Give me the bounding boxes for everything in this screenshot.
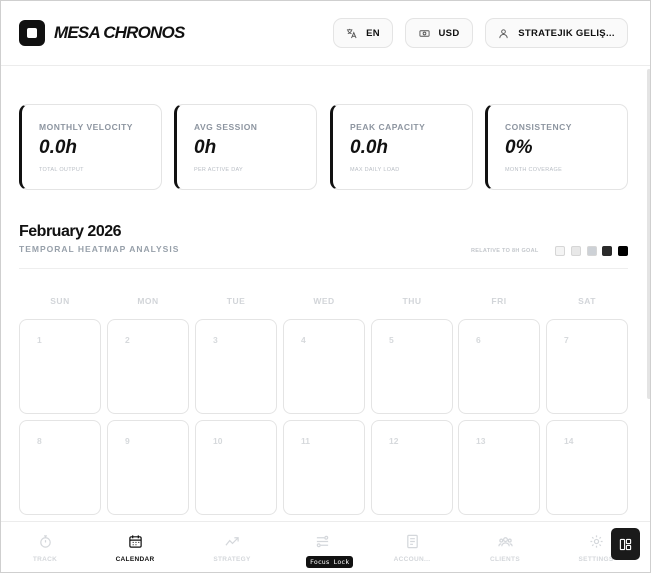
day-number: 13 bbox=[476, 436, 486, 446]
stat-label: PEAK CAPACITY bbox=[350, 122, 426, 132]
legend-swatch-1 bbox=[571, 246, 581, 256]
top-header: MESA CHRONOS EN USD STRATEJIK GELIŞ... bbox=[1, 1, 650, 66]
day-number: 12 bbox=[389, 436, 399, 446]
currency-label: USD bbox=[438, 27, 460, 39]
weekday-wed: WED bbox=[313, 296, 335, 306]
stat-value: 0.0h bbox=[39, 137, 78, 158]
calendar-day-cell[interactable]: 6 bbox=[458, 319, 540, 414]
day-number: 7 bbox=[564, 335, 569, 345]
user-menu-button[interactable]: STRATEJIK GELIŞ... bbox=[485, 18, 628, 48]
calendar-day-cell[interactable]: 9 bbox=[107, 420, 189, 515]
stat-value: 0.0h bbox=[350, 137, 389, 158]
calendar-day-cell[interactable]: 8 bbox=[19, 420, 101, 515]
stat-label: AVG SESSION bbox=[194, 122, 258, 132]
nav-label: CLIENTS bbox=[490, 556, 520, 563]
app-window: MESA CHRONOS EN USD STRATEJIK GELIŞ... M… bbox=[0, 0, 651, 573]
language-button[interactable]: EN bbox=[333, 18, 393, 48]
day-number: 14 bbox=[564, 436, 574, 446]
stat-caption: PER ACTIVE DAY bbox=[194, 167, 244, 173]
ledger-icon bbox=[406, 534, 418, 549]
nav-label: ACCOUN... bbox=[393, 556, 431, 563]
calendar-day-cell[interactable]: 5 bbox=[371, 319, 453, 414]
calendar-day-cell[interactable]: 4 bbox=[283, 319, 365, 414]
day-number: 8 bbox=[37, 436, 42, 446]
weekday-mon: MON bbox=[137, 296, 159, 306]
day-number: 4 bbox=[301, 335, 306, 345]
weekday-sat: SAT bbox=[578, 296, 596, 306]
layout-icon bbox=[619, 538, 632, 550]
users-icon bbox=[497, 537, 513, 547]
nav-label: STRATEGY bbox=[213, 556, 251, 563]
focus-icon bbox=[316, 535, 328, 548]
brand-title: MESA CHRONOS bbox=[54, 23, 185, 42]
day-number: 9 bbox=[125, 436, 130, 446]
section-divider bbox=[19, 268, 628, 269]
day-number: 10 bbox=[213, 436, 223, 446]
gear-icon bbox=[589, 535, 603, 548]
calendar-day-cell[interactable]: 13 bbox=[458, 420, 540, 515]
stat-value: 0% bbox=[505, 137, 533, 158]
calendar-day-cell[interactable]: 14 bbox=[546, 420, 628, 515]
day-number: 11 bbox=[301, 436, 310, 446]
weekday-thu: THU bbox=[402, 296, 422, 306]
nav-item-track[interactable]: TRACK bbox=[10, 534, 80, 563]
weekday-sun: SUN bbox=[50, 296, 70, 306]
legend-swatch-2 bbox=[587, 246, 597, 256]
day-number: 1 bbox=[37, 335, 42, 345]
day-number: 6 bbox=[476, 335, 481, 345]
nav-label: TRACK bbox=[32, 556, 58, 563]
calendar-month-title: February 2026 bbox=[19, 223, 122, 240]
nav-item-accounting[interactable]: ACCOUN... bbox=[377, 534, 447, 563]
stat-caption: MONTH COVERAGE bbox=[505, 167, 563, 173]
translate-icon bbox=[347, 28, 357, 38]
banknote-icon bbox=[418, 29, 430, 37]
stat-caption: MAX DAILY LOAD bbox=[350, 167, 400, 173]
calendar-day-cell[interactable]: 11 bbox=[283, 420, 365, 515]
legend-label: RELATIVE TO 8H GOAL bbox=[471, 248, 539, 254]
nav-label: CALENDAR bbox=[115, 556, 155, 563]
trend-icon bbox=[224, 537, 239, 546]
calendar-day-cell[interactable]: 12 bbox=[371, 420, 453, 515]
layout-toggle-button[interactable] bbox=[611, 528, 640, 560]
logo-icon bbox=[19, 20, 45, 46]
weekday-fri: FRI bbox=[491, 296, 507, 306]
currency-button[interactable]: USD bbox=[405, 18, 473, 48]
calendar-subtitle: TEMPORAL HEATMAP ANALYSIS bbox=[19, 244, 180, 254]
legend-swatch-4 bbox=[618, 246, 628, 256]
day-number: 2 bbox=[125, 335, 130, 345]
stat-card-monthly-velocity: MONTHLY VELOCITY 0.0h TOTAL OUTPUT bbox=[19, 104, 162, 190]
nav-item-calendar[interactable]: CALENDAR bbox=[100, 534, 170, 563]
legend-swatch-0 bbox=[555, 246, 565, 256]
day-number: 5 bbox=[389, 335, 394, 345]
stat-caption: TOTAL OUTPUT bbox=[39, 167, 84, 173]
stat-card-consistency: CONSISTENCY 0% MONTH COVERAGE bbox=[485, 104, 628, 190]
stat-card-avg-session: AVG SESSION 0h PER ACTIVE DAY bbox=[174, 104, 317, 190]
calendar-day-cell[interactable]: 2 bbox=[107, 319, 189, 414]
stat-value: 0h bbox=[194, 137, 217, 158]
calendar-day-cell[interactable]: 10 bbox=[195, 420, 277, 515]
user-icon bbox=[499, 28, 508, 38]
stat-label: MONTHLY VELOCITY bbox=[39, 122, 133, 132]
language-label: EN bbox=[366, 27, 380, 39]
nav-item-strategy[interactable]: STRATEGY bbox=[197, 534, 267, 563]
calendar-day-cell[interactable]: 7 bbox=[546, 319, 628, 414]
stat-card-peak-capacity: PEAK CAPACITY 0.0h MAX DAILY LOAD bbox=[330, 104, 473, 190]
nav-item-clients[interactable]: CLIENTS bbox=[470, 534, 540, 563]
focus-lock-tooltip: Focus Lock bbox=[306, 556, 354, 568]
legend-swatch-3 bbox=[602, 246, 612, 256]
stat-label: CONSISTENCY bbox=[505, 122, 572, 132]
day-number: 3 bbox=[213, 335, 218, 345]
scrollbar-thumb[interactable] bbox=[647, 69, 650, 399]
calendar-icon bbox=[128, 535, 142, 548]
calendar-day-cell[interactable]: 3 bbox=[195, 319, 277, 414]
nav-item-focus-lock[interactable] bbox=[287, 534, 357, 549]
weekday-tue: TUE bbox=[226, 296, 246, 306]
calendar-day-cell[interactable]: 1 bbox=[19, 319, 101, 414]
user-name: STRATEJIK GELIŞ... bbox=[518, 27, 615, 39]
stopwatch-icon bbox=[39, 535, 51, 548]
